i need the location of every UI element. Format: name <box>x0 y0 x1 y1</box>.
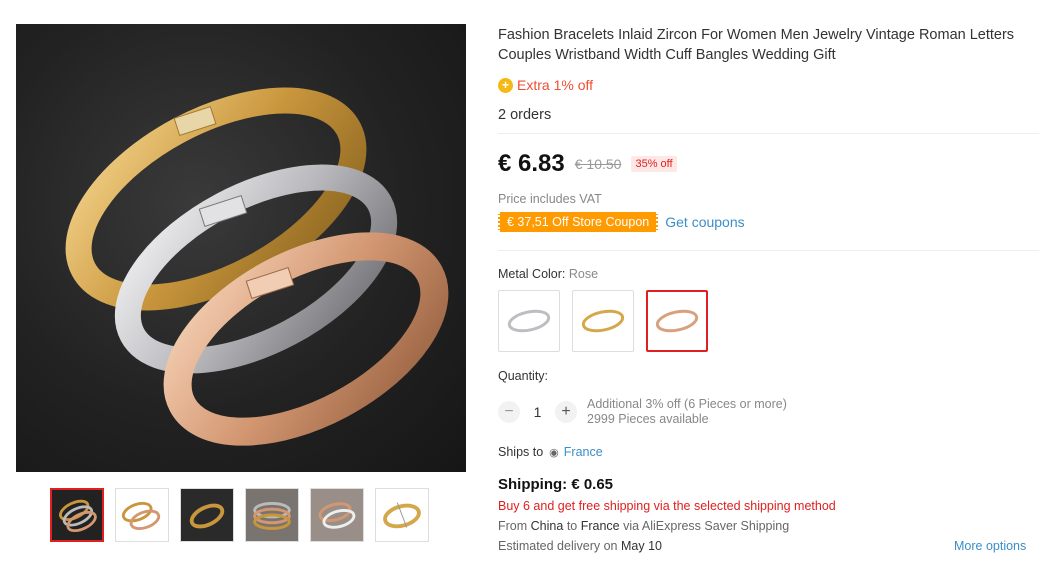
metal-color-label: Metal Color: Rose <box>498 267 598 281</box>
swatch-gold[interactable] <box>572 290 634 352</box>
extra-discount-text: Extra 1% off <box>517 77 594 93</box>
bulk-discount-note: Additional 3% off (6 Pieces or more) <box>587 397 787 411</box>
metal-color-title: Metal Color: <box>498 267 566 281</box>
delivery-label: Estimated delivery on <box>498 539 618 553</box>
thumbnail-6[interactable] <box>375 488 429 542</box>
route-to: to <box>566 519 578 533</box>
quantity-label: Quantity: <box>498 369 549 383</box>
stock-available: 2999 Pieces available <box>587 412 709 426</box>
current-price: € 6.83 <box>498 150 565 177</box>
extra-discount: + Extra 1% off <box>498 77 593 93</box>
swatch-rose[interactable] <box>646 290 708 352</box>
thumbnail-3[interactable] <box>180 488 234 542</box>
more-options-link[interactable]: More options <box>954 539 1026 553</box>
thumbnail-strip <box>50 488 429 542</box>
discount-badge: 35% off <box>631 156 677 172</box>
quantity-stepper: − 1 + Additional 3% off (6 Pieces or mor… <box>498 397 787 427</box>
coin-icon: + <box>498 77 513 93</box>
thumbnail-5[interactable] <box>310 488 364 542</box>
thumbnail-2[interactable] <box>115 488 169 542</box>
metal-color-value: Rose <box>568 267 599 281</box>
delivery-date: May 10 <box>621 539 662 553</box>
thumbnail-4[interactable] <box>245 488 299 542</box>
estimated-delivery: Estimated delivery on May 10 <box>498 539 662 553</box>
route-destination: France <box>580 519 620 533</box>
ships-to-label: Ships to <box>498 445 544 459</box>
quantity-increase-button[interactable]: + <box>555 401 577 423</box>
route-from: From <box>498 519 528 533</box>
price-row: € 6.83 € 10.50 35% off <box>498 150 677 178</box>
quantity-decrease-button[interactable]: − <box>498 401 520 423</box>
vat-note: Price includes VAT <box>498 192 602 206</box>
original-price: € 10.50 <box>574 156 622 172</box>
divider <box>498 133 1039 134</box>
shipping-route: From China to France via AliExpress Save… <box>498 519 789 533</box>
coupon-row: € 37,51 Off Store Coupon Get coupons <box>498 212 745 232</box>
location-pin-icon: ◉ <box>549 446 559 459</box>
main-product-image[interactable] <box>16 24 466 472</box>
orders-count: 2 orders <box>498 107 552 123</box>
thumbnail-1[interactable] <box>50 488 104 542</box>
metal-color-swatches <box>498 290 708 352</box>
bracelets-photo <box>65 87 449 446</box>
quantity-note: Additional 3% off (6 Pieces or more) 299… <box>587 397 787 427</box>
quantity-input[interactable]: 1 <box>520 404 555 420</box>
free-shipping-note: Buy 6 and get free shipping via the sele… <box>498 499 836 513</box>
product-title: Fashion Bracelets Inlaid Zircon For Wome… <box>498 27 1015 63</box>
get-coupons-link[interactable]: Get coupons <box>665 214 744 230</box>
divider <box>498 250 1039 251</box>
ships-to-country[interactable]: France <box>564 445 603 459</box>
shipping-cost: Shipping: € 0.65 <box>498 476 614 493</box>
route-origin: China <box>530 519 564 533</box>
swatch-silver[interactable] <box>498 290 560 352</box>
ships-to-row: Ships to ◉ France <box>498 445 603 459</box>
route-method: via AliExpress Saver Shipping <box>623 519 790 533</box>
store-coupon-badge[interactable]: € 37,51 Off Store Coupon <box>498 212 659 232</box>
